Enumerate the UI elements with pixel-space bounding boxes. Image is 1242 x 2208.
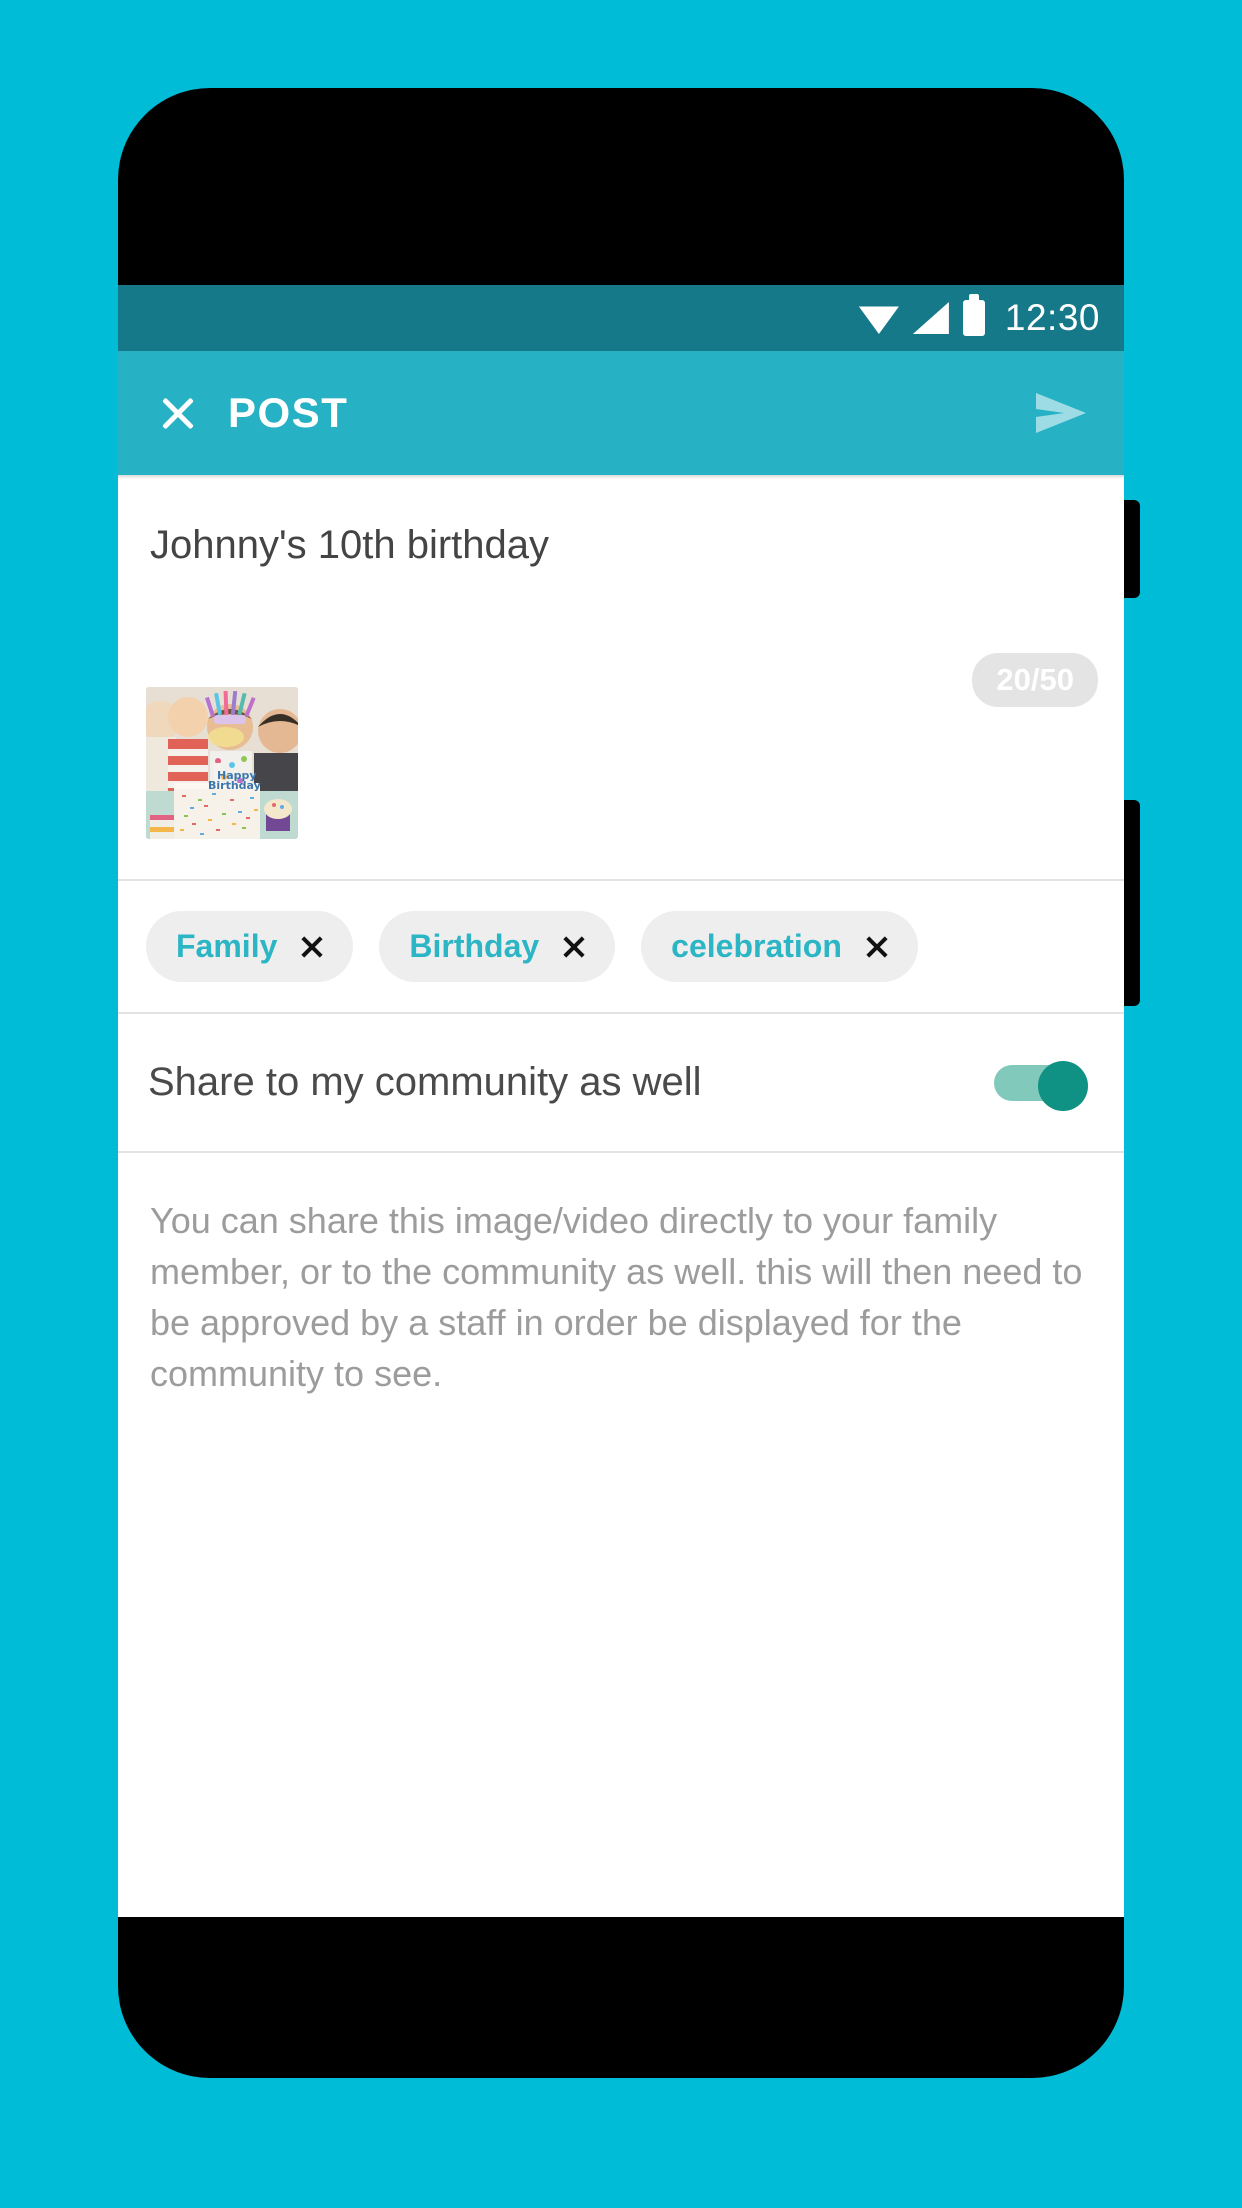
photo-thumbnail[interactable]: Happy Birthday [146,687,298,839]
phone-side-button-upper[interactable] [1124,500,1140,598]
close-icon[interactable] [864,934,890,960]
description-text: You can share this image/video directly … [150,1200,1083,1395]
page-title: POST [228,389,349,436]
tag-chip-label: Birthday [409,928,540,964]
signal-icon [912,302,949,334]
phone-side-button-lower[interactable] [1124,800,1140,1006]
battery-icon [962,294,985,336]
tag-chip-label: celebration [671,928,842,964]
post-text-input[interactable]: Johnny's 10th birthday [118,523,1124,643]
description-section: You can share this image/video directly … [118,1153,1124,1400]
tag-chips-row: Family Birthday celebration [118,881,1124,1012]
close-icon[interactable] [299,934,325,960]
compose-section: Johnny's 10th birthday 20/50 Happy Birth… [118,479,1124,879]
close-icon[interactable] [561,934,587,960]
status-bar-time: 12:30 [1004,297,1100,338]
tag-chip-label: Family [176,928,278,964]
tag-chip[interactable]: celebration [641,911,918,982]
character-counter-badge: 20/50 [972,653,1098,707]
status-bar: 12:30 [118,285,1124,351]
share-to-community-row[interactable]: Share to my community as well [118,1014,1124,1151]
tag-chip[interactable]: Family [146,911,354,982]
share-to-community-label: Share to my community as well [148,1060,702,1104]
toggle-thumb [1038,1060,1088,1111]
wifi-icon [858,306,899,334]
close-icon[interactable] [158,393,198,433]
app-bar: POST [118,351,1124,475]
app-bar-left-group: POST [158,389,348,437]
tag-chip[interactable]: Birthday [379,911,616,982]
phone-screen: 12:30 POST Johnny's 10th birthday 20/50 [118,285,1124,1917]
status-icons [858,294,985,336]
share-to-community-toggle[interactable] [994,1060,1088,1111]
send-icon[interactable] [1034,389,1088,437]
